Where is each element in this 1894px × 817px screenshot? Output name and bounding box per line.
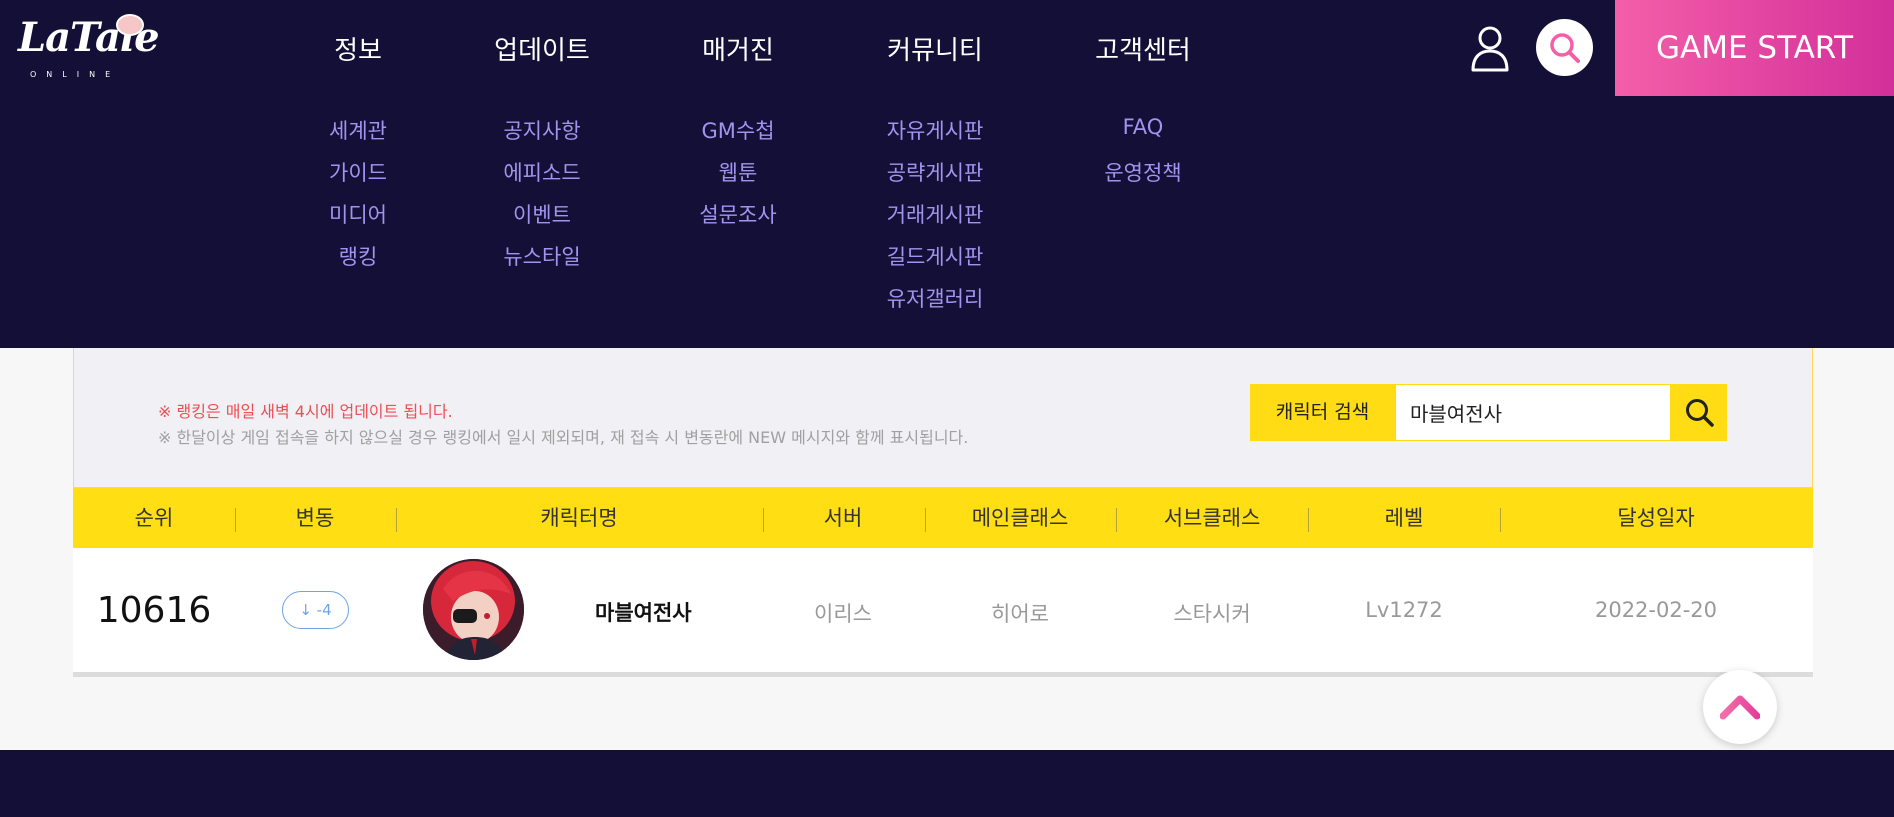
submenu-gm-notes[interactable]: GM수첩 <box>701 115 774 145</box>
submenu-free-board[interactable]: 자유게시판 <box>887 115 984 145</box>
header-date: 달성일자 <box>1617 506 1695 530</box>
character-avatar <box>423 559 524 660</box>
header-server: 서버 <box>823 506 863 530</box>
character-name[interactable]: 마블여전사 <box>595 597 692 627</box>
server-value: 이리스 <box>814 602 872 626</box>
character-search-label: 캐릭터 검색 <box>1250 384 1395 441</box>
scroll-to-top-button[interactable] <box>1703 670 1777 744</box>
search-icon <box>1686 399 1714 427</box>
search-icon <box>1550 33 1580 63</box>
submenu-guide[interactable]: 가이드 <box>329 157 387 187</box>
main-class-value: 히어로 <box>991 602 1049 626</box>
row-divider <box>73 672 1813 677</box>
sub-class-value: 스타시커 <box>1173 602 1251 626</box>
submenu-episode[interactable]: 에피소드 <box>503 157 580 187</box>
character-search-button[interactable] <box>1671 384 1727 441</box>
submenu-newstyle[interactable]: 뉴스타일 <box>503 241 580 271</box>
header-character-name: 캐릭터명 <box>540 506 618 530</box>
submenu-notice[interactable]: 공지사항 <box>503 115 580 145</box>
submenu-user-gallery[interactable]: 유저갤러리 <box>887 283 984 313</box>
notice-inactive-users: ※ 한달이상 게임 접속을 하지 않으실 경우 랭킹에서 일시 제외되며, 재 … <box>158 428 969 447</box>
nav-magazine[interactable]: 매거진 <box>702 30 774 67</box>
chevron-up-icon <box>1720 695 1760 720</box>
nav-support[interactable]: 고객센터 <box>1095 30 1191 67</box>
header-divider <box>1116 508 1117 532</box>
rank-value: 10616 <box>96 590 212 631</box>
submenu-world[interactable]: 세계관 <box>329 115 387 145</box>
notice-update-time: ※ 랭킹은 매일 새벽 4시에 업데이트 됩니다. <box>158 402 453 421</box>
user-icon[interactable] <box>1470 24 1510 72</box>
site-footer <box>0 750 1894 817</box>
header-divider <box>396 508 397 532</box>
submenu-survey[interactable]: 설문조사 <box>699 199 776 229</box>
character-search-input[interactable] <box>1395 384 1671 441</box>
submenu-webtoon[interactable]: 웹툰 <box>719 157 758 187</box>
header-divider <box>925 508 926 532</box>
achieved-date-value: 2022-02-20 <box>1594 598 1718 622</box>
nav-community[interactable]: 커뮤니티 <box>887 30 983 67</box>
submenu-trade-board[interactable]: 거래게시판 <box>887 199 984 229</box>
submenu-ranking[interactable]: 랭킹 <box>339 241 378 271</box>
site-header: LaTale ONLINE 정보 업데이트 매거진 커뮤니티 고객센터 세계관 … <box>0 0 1894 348</box>
nav-update[interactable]: 업데이트 <box>494 30 590 67</box>
submenu-strategy-board[interactable]: 공략게시판 <box>887 157 984 187</box>
nav-info[interactable]: 정보 <box>334 30 382 67</box>
level-value: Lv1272 <box>1365 598 1443 622</box>
header-divider <box>763 508 764 532</box>
header-level: 레벨 <box>1384 506 1424 530</box>
header-divider <box>1308 508 1309 532</box>
rank-change-badge: ↓ -4 <box>282 591 349 629</box>
latale-logo[interactable]: LaTale ONLINE <box>18 14 160 84</box>
game-start-button[interactable]: GAME START <box>1615 0 1894 96</box>
submenu-faq[interactable]: FAQ <box>1123 115 1164 139</box>
character-search: 캐릭터 검색 <box>1250 384 1727 441</box>
logo-cat-icon <box>116 14 144 36</box>
ranking-table-header: 순위 변동 캐릭터명 서버 메인클래스 서브클래스 레벨 달성일자 <box>73 488 1813 548</box>
submenu-guild-board[interactable]: 길드게시판 <box>887 241 984 271</box>
submenu-media[interactable]: 미디어 <box>329 199 387 229</box>
submenu-event[interactable]: 이벤트 <box>513 199 571 229</box>
submenu-policy[interactable]: 운영정책 <box>1104 157 1181 187</box>
header-search-button[interactable] <box>1536 19 1593 76</box>
header-rank: 순위 <box>134 506 174 530</box>
logo-subtitle: ONLINE <box>30 70 121 79</box>
header-change: 변동 <box>295 506 335 530</box>
header-divider <box>1500 508 1501 532</box>
header-main-class: 메인클래스 <box>971 506 1069 530</box>
header-sub-class: 서브클래스 <box>1163 506 1261 530</box>
header-divider <box>235 508 236 532</box>
